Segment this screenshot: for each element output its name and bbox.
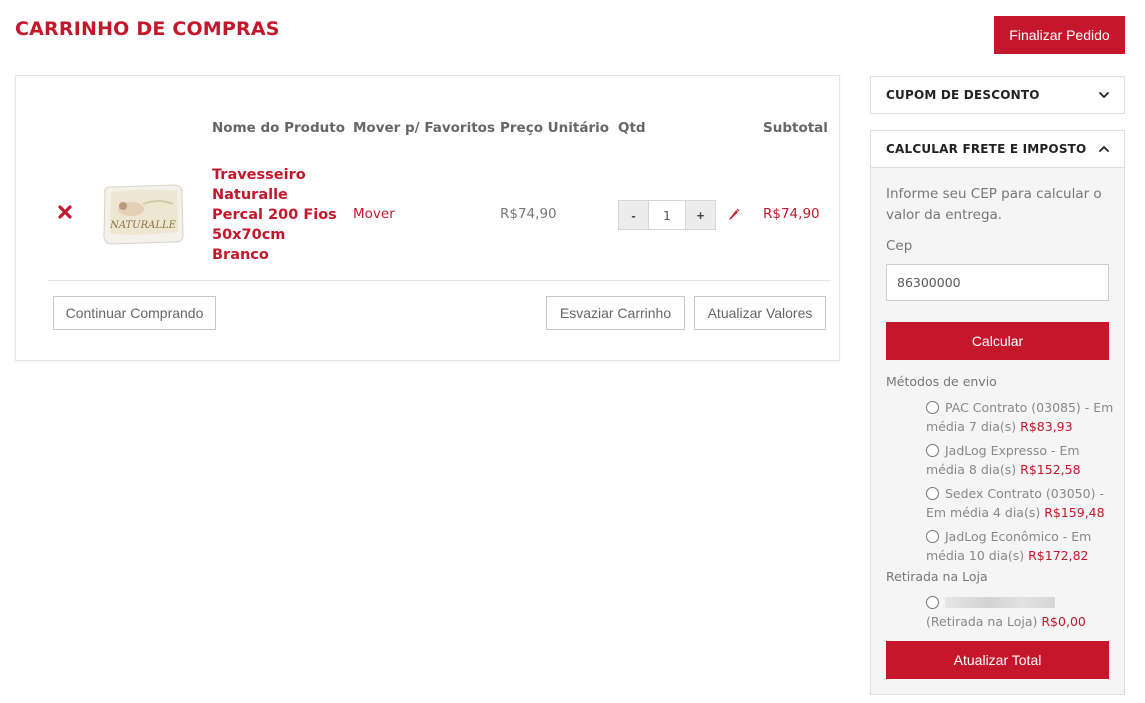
pencil-icon[interactable]	[727, 207, 741, 221]
page-title: CARRINHO DE COMPRAS	[15, 18, 280, 40]
qty-increase-button[interactable]: +	[686, 201, 715, 229]
thumbnail-brand-text: NATURALLE	[109, 220, 177, 231]
move-to-favorites-link[interactable]: Mover	[353, 206, 395, 222]
divider	[48, 280, 831, 281]
shipping-price: R$152,58	[1020, 462, 1081, 477]
freight-title: CALCULAR FRETE E IMPOSTO	[886, 142, 1087, 156]
continue-shopping-button[interactable]: Continuar Comprando	[53, 296, 216, 330]
update-values-button[interactable]: Atualizar Valores	[694, 296, 826, 330]
shipping-methods-label: Métodos de envio	[886, 374, 997, 389]
remove-item-icon[interactable]	[58, 205, 72, 219]
product-name-link[interactable]: Travesseiro Naturalle Percal 200 Fios 50…	[212, 165, 342, 265]
shipping-option[interactable]: JadLog Expresso - Em média 8 dia(s) R$15…	[926, 441, 1116, 479]
freight-panel: Informe seu CEP para calcular o valor da…	[870, 168, 1125, 695]
header-product-name: Nome do Produto	[212, 120, 345, 136]
shipping-price: R$83,93	[1020, 419, 1073, 434]
shipping-price: R$159,48	[1044, 505, 1105, 520]
radio-button[interactable]	[926, 596, 939, 609]
radio-button[interactable]	[926, 401, 939, 414]
header-subtotal: Subtotal	[763, 120, 828, 136]
coupon-title: CUPOM DE DESCONTO	[886, 88, 1040, 102]
unit-price: R$74,90	[500, 206, 557, 222]
pickup-option[interactable]: (Retirada na Loja) R$0,00	[926, 593, 1116, 631]
finalize-order-button[interactable]: Finalizar Pedido	[994, 16, 1125, 54]
pickup-option-text: (Retirada na Loja)	[926, 614, 1038, 629]
coupon-accordion-header[interactable]: CUPOM DE DESCONTO	[870, 76, 1125, 114]
cep-label: Cep	[886, 238, 913, 254]
header-move-favorites: Mover p/ Favoritos	[353, 120, 495, 136]
qty-decrease-button[interactable]: -	[619, 201, 648, 229]
shipping-option[interactable]: PAC Contrato (03085) - Em média 7 dia(s)…	[926, 398, 1116, 436]
calculate-button[interactable]: Calcular	[886, 322, 1109, 360]
chevron-up-icon	[1099, 146, 1109, 152]
cep-input[interactable]	[886, 264, 1109, 301]
qty-input[interactable]	[648, 201, 686, 229]
freight-accordion-header[interactable]: CALCULAR FRETE E IMPOSTO	[870, 130, 1125, 168]
shipping-option[interactable]: Sedex Contrato (03050) - Em média 4 dia(…	[926, 484, 1116, 522]
chevron-down-icon	[1099, 92, 1109, 98]
empty-cart-button[interactable]: Esvaziar Carrinho	[546, 296, 685, 330]
radio-button[interactable]	[926, 530, 939, 543]
quantity-stepper: - +	[618, 200, 716, 230]
radio-button[interactable]	[926, 444, 939, 457]
cart-panel: Nome do Produto Mover p/ Favoritos Preço…	[15, 75, 840, 361]
redacted-store-name	[945, 597, 1055, 608]
shipping-option[interactable]: JadLog Econômico - Em média 10 dia(s) R$…	[926, 527, 1116, 565]
store-pickup-label: Retirada na Loja	[886, 569, 988, 584]
product-thumbnail[interactable]: NATURALLE	[99, 182, 187, 246]
header-qty: Qtd	[618, 120, 646, 136]
shipping-price: R$172,82	[1028, 548, 1089, 563]
header-unit-price: Preço Unitário	[500, 120, 610, 136]
pickup-price: R$0,00	[1041, 614, 1086, 629]
update-total-button[interactable]: Atualizar Total	[886, 641, 1109, 679]
row-subtotal: R$74,90	[763, 206, 820, 222]
freight-info-text: Informe seu CEP para calcular o valor da…	[886, 186, 1102, 223]
radio-button[interactable]	[926, 487, 939, 500]
